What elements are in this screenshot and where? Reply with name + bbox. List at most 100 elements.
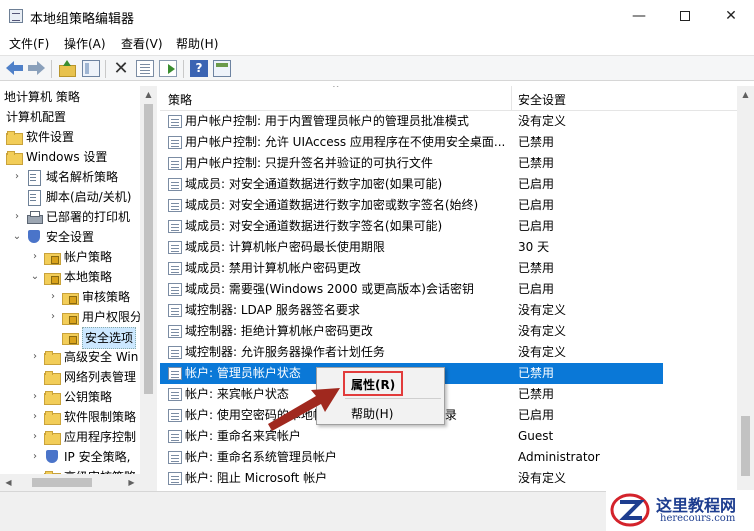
chevron-down-icon[interactable]: ⌄ [30,267,40,287]
chevron-right-icon[interactable]: › [30,407,40,427]
context-menu-help[interactable]: 帮助(H) [351,405,393,422]
tree-item[interactable]: 地计算机 策略 [0,87,156,107]
menu-view[interactable]: 查看(V) [121,35,163,52]
panel-icon[interactable] [213,60,231,77]
tree-item[interactable]: › 帐户策略 [0,247,156,267]
folder-up-icon[interactable] [58,60,76,77]
tree-item[interactable]: 安全选项 [0,327,156,349]
security-setting-value: Guest [518,429,554,443]
tree-item[interactable]: ⌄ 本地策略 [0,267,156,287]
column-divider[interactable] [511,86,512,111]
scroll-up-arrow-icon[interactable]: ▲ [737,86,754,103]
chevron-right-icon[interactable]: › [48,287,58,307]
chevron-right-icon[interactable]: › [12,167,22,187]
table-row[interactable]: 用户帐户控制: 只提升签名并验证的可执行文件 已禁用 [160,153,663,174]
column-header-setting[interactable]: 安全设置 [518,91,566,108]
maximize-button[interactable] [662,0,708,32]
table-row[interactable]: 域控制器: 拒绝计算机帐户密码更改 没有定义 [160,321,663,342]
tree-item[interactable]: 网络列表管理 [0,367,156,387]
table-row[interactable]: 域成员: 需要强(Windows 2000 或更高版本)会话密钥 已启用 [160,279,663,300]
scroll-up-arrow-icon[interactable]: ▲ [140,86,157,103]
chevron-right-icon[interactable]: › [12,207,22,227]
chevron-right-icon[interactable]: › [30,387,40,407]
help-icon[interactable]: ? [190,60,208,77]
scroll-left-arrow-icon[interactable]: ◀ [0,474,17,491]
security-setting-value: 已禁用 [518,156,555,170]
table-row[interactable]: 域成员: 对安全通道数据进行数字加密或数字签名(始终) 已启用 [160,195,663,216]
show-hide-tree-icon[interactable] [82,60,100,77]
scrollbar-thumb[interactable] [144,104,153,394]
table-row[interactable]: 域成员: 计算机帐户密码最长使用期限 30 天 [160,237,663,258]
tree-item[interactable]: › 公钥策略 [0,387,156,407]
menu-action[interactable]: 操作(A) [64,35,106,52]
chevron-right-icon[interactable]: › [30,427,40,447]
table-row[interactable]: 帐户: 阻止 Microsoft 帐户 没有定义 [160,468,663,489]
export-list-icon[interactable] [159,60,177,77]
menu-help[interactable]: 帮助(H) [176,35,218,52]
scrollbar-thumb[interactable] [741,416,750,476]
folder-icon [44,410,61,425]
policy-icon [168,241,182,254]
close-button[interactable]: ✕ [708,0,754,32]
tree-item-label: 软件限制策略 [64,410,137,424]
menu-file[interactable]: 文件(F) [9,35,49,52]
policy-icon [168,451,182,464]
security-setting-value: 没有定义 [518,345,567,359]
tree-item[interactable]: › 软件限制策略 [0,407,156,427]
policy-icon [168,346,182,359]
table-row[interactable]: 用户帐户控制: 允许 UIAccess 应用程序在不使用安全桌面... 已禁用 [160,132,663,153]
table-row[interactable]: 帐户: 重命名来宾帐户 Guest [160,426,663,447]
table-row[interactable]: 域成员: 对安全通道数据进行数字签名(如果可能) 已启用 [160,216,663,237]
scroll-right-arrow-icon[interactable]: ▶ [123,474,140,491]
tree-item[interactable]: Windows 设置 [0,147,156,167]
chevron-right-icon[interactable]: › [30,347,40,367]
tree-item[interactable]: 软件设置 [0,127,156,147]
security-setting-value: 已禁用 [518,135,555,149]
table-row[interactable]: 域成员: 对安全通道数据进行数字加密(如果可能) 已启用 [160,174,663,195]
back-arrow-icon[interactable] [6,60,24,77]
policy-name: 用户帐户控制: 只提升签名并验证的可执行文件 [185,156,433,170]
minimize-button[interactable]: — [616,0,662,32]
forward-arrow-icon[interactable] [27,60,45,77]
security-setting-value: 已禁用 [518,261,555,275]
tree-item[interactable]: ⌄ 安全设置 [0,227,156,247]
tree-item[interactable]: › IP 安全策略, [0,447,156,467]
policy-name: 域成员: 对安全通道数据进行数字加密(如果可能) [185,177,443,191]
tree-item[interactable]: › 域名解析策略 [0,167,156,187]
tree-item-label: 应用程序控制 [64,430,137,444]
chevron-right-icon[interactable]: › [30,247,40,267]
folder-icon [44,370,61,385]
list-vertical-scrollbar[interactable]: ▲ [737,86,754,490]
chevron-right-icon[interactable]: › [30,447,40,467]
lockfolder-icon [62,290,79,305]
tree-item[interactable]: › 应用程序控制 [0,427,156,447]
table-row[interactable]: 帐户: 重命名系统管理员帐户 Administrator [160,447,663,468]
tree-item[interactable]: › 审核策略 [0,287,156,307]
tree-item-label: 脚本(启动/关机) [46,190,132,204]
policy-name: 域成员: 对安全通道数据进行数字签名(如果可能) [185,219,443,233]
scrollbar-thumb[interactable] [32,478,92,487]
policy-name: 帐户: 阻止 Microsoft 帐户 [185,471,328,485]
site-watermark: 这里教程网 herecours.com [606,490,754,531]
chevron-right-icon[interactable]: › [48,307,58,327]
context-menu-properties[interactable]: 属性(R) [351,376,395,393]
delete-icon[interactable]: ✕ [112,60,130,78]
chevron-down-icon[interactable]: ⌄ [12,227,22,247]
tree-vertical-scrollbar[interactable]: ▲ [140,86,157,474]
tree-item-label: 帐户策略 [64,250,113,264]
table-row[interactable]: 域控制器: LDAP 服务器签名要求 没有定义 [160,300,663,321]
shield-icon [26,230,42,244]
policy-name: 域成员: 禁用计算机帐户密码更改 [185,261,361,275]
table-row[interactable]: 域控制器: 允许服务器操作者计划任务 没有定义 [160,342,663,363]
column-header-policy[interactable]: 策略 [168,91,192,108]
tree-item[interactable]: 计算机配置 [0,107,156,127]
tree-horizontal-scrollbar[interactable]: ◀ ▶ [0,474,157,491]
tree-item[interactable]: › 用户权限分 [0,307,156,327]
tree-item-label: IP 安全策略, [64,450,131,464]
table-row[interactable]: 域成员: 禁用计算机帐户密码更改 已禁用 [160,258,663,279]
properties-icon[interactable] [136,60,154,77]
tree-item[interactable]: 脚本(启动/关机) [0,187,156,207]
tree-item[interactable]: › 已部署的打印机 [0,207,156,227]
tree-item[interactable]: › 高级安全 Win [0,347,156,367]
table-row[interactable]: 用户帐户控制: 用于内置管理员帐户的管理员批准模式 没有定义 [160,111,663,132]
